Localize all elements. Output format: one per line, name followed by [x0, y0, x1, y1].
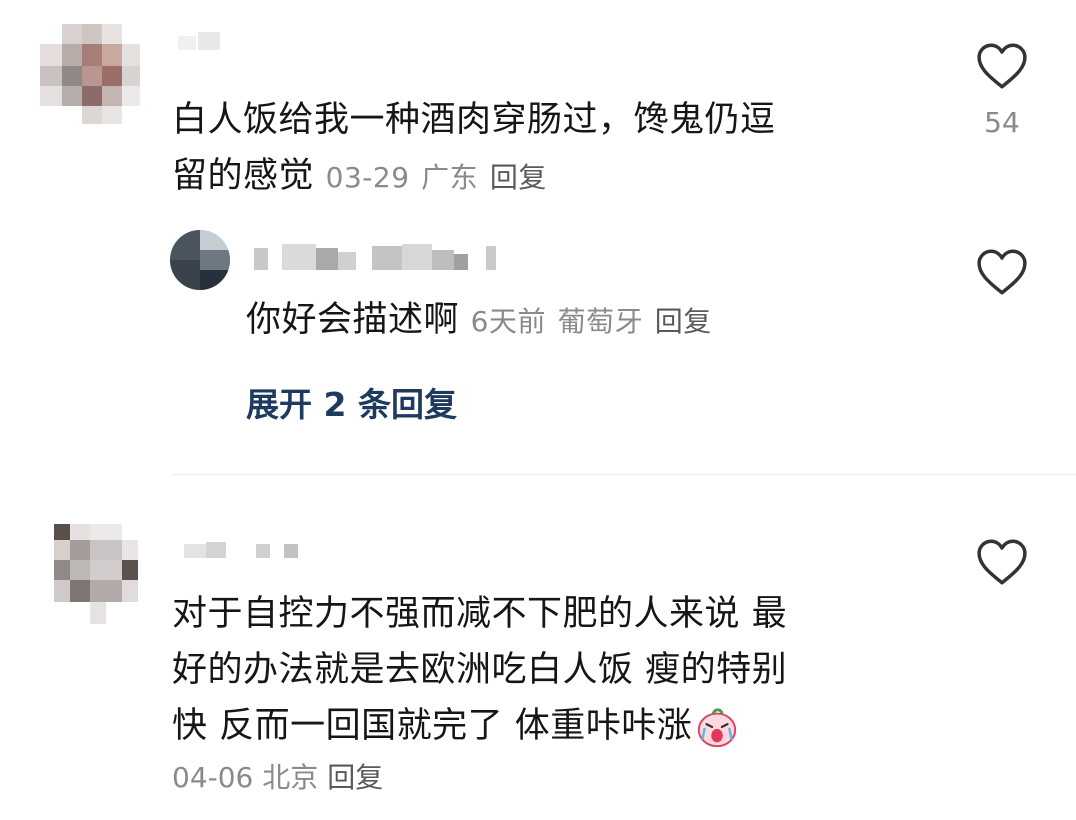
reply-text: 你好会描述啊 6天前 葡萄牙 回复: [246, 292, 946, 350]
comment-meta: 04-06 北京 回复: [172, 756, 383, 800]
comment-location: 北京: [262, 761, 319, 794]
reply-button[interactable]: 回复: [327, 761, 383, 794]
like-count: 54: [984, 106, 1020, 139]
comment-text-line: 对于自控力不强而减不下肥的人来说 最: [172, 594, 788, 634]
like-heart-icon[interactable]: [975, 538, 1029, 586]
like-heart-icon[interactable]: [975, 248, 1029, 296]
reply-date: 6天前: [470, 305, 546, 338]
comment-text-line: 好的办法就是去欧洲吃白人饭 瘦的特别: [172, 650, 788, 690]
avatar[interactable]: [170, 230, 230, 290]
username-blurred[interactable]: [254, 244, 504, 270]
expand-replies-link[interactable]: 展开 2 条回复: [246, 378, 457, 426]
username-blurred[interactable]: [184, 538, 314, 564]
comment-text: 白人饭给我一种酒肉穿肠过，馋鬼仍逗 留的感觉 03-29 广东 回复: [172, 100, 776, 196]
avatar[interactable]: [40, 24, 140, 124]
reply-location: 葡萄牙: [557, 305, 644, 338]
crying-peach-emoji-icon: [698, 708, 737, 748]
comment-text-line: 快 反而一回国就完了 体重咔咔涨: [172, 706, 693, 746]
avatar[interactable]: [54, 524, 138, 624]
username-blurred[interactable]: [178, 30, 238, 56]
comment-text: 对于自控力不强而减不下肥的人来说 最 好的办法就是去欧洲吃白人饭 瘦的特别 快 …: [172, 586, 942, 754]
comment-text-line: 留的感觉: [172, 156, 315, 196]
divider: [172, 474, 1076, 475]
like-heart-icon[interactable]: [975, 42, 1029, 90]
reply-button[interactable]: 回复: [490, 161, 547, 194]
comment-date: 04-06: [172, 761, 254, 794]
reply-text-content: 你好会描述啊: [246, 300, 460, 340]
comment-date: 03-29: [325, 161, 410, 194]
comment-location: 广东: [421, 161, 479, 194]
reply-button[interactable]: 回复: [655, 305, 712, 338]
